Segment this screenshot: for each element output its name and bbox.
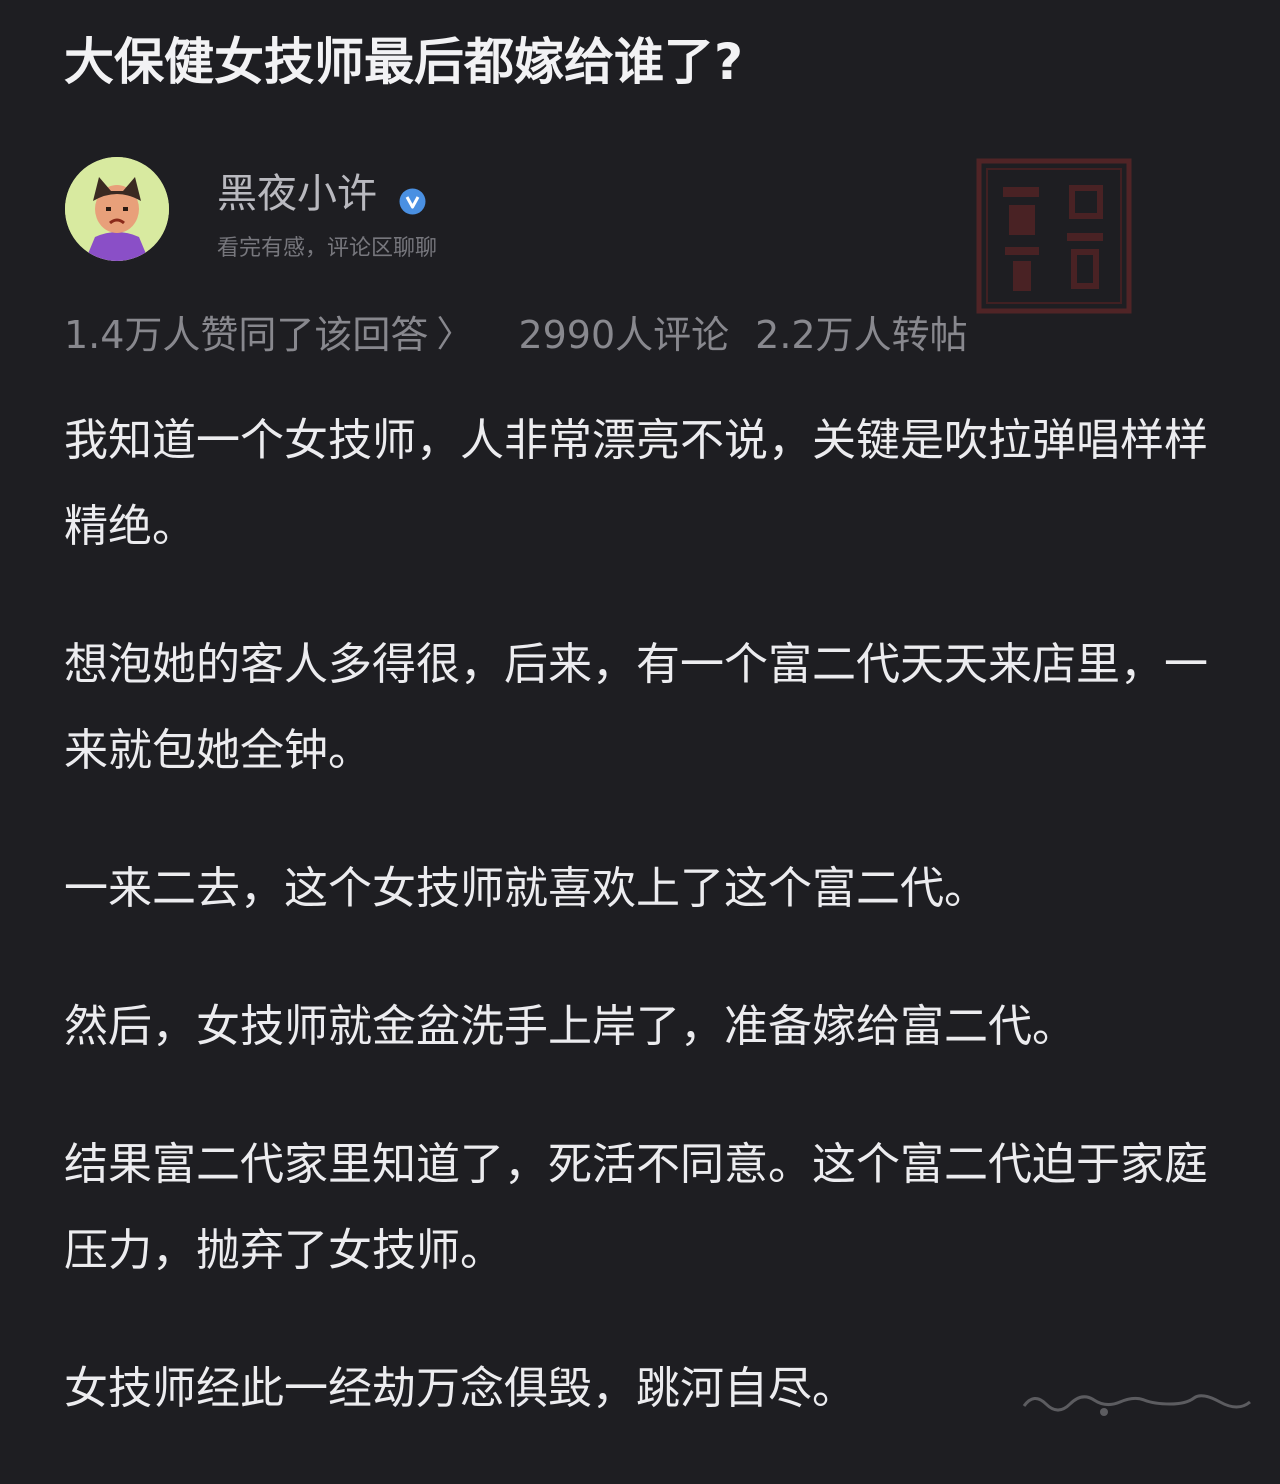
comments-count[interactable]: 2990人评论	[518, 304, 729, 359]
answer-page: 大保健女技师最后都嫁给谁了? 黑夜小许 看完有感，评论区聊聊 1.4万人赞同了该…	[0, 0, 1280, 1448]
likes-count[interactable]: 1.4万人赞同了该回答	[64, 304, 428, 359]
author-name[interactable]: 黑夜小许	[217, 168, 377, 220]
chevron-right-icon[interactable]: 〉	[436, 305, 472, 357]
verified-badge-icon	[399, 188, 426, 215]
answer-content: 我知道一个女技师，人非常漂亮不说，关键是吹拉弹唱样样精绝。 想泡她的客人多得很，…	[64, 398, 1214, 1484]
answer-paragraph: 想泡她的客人多得很，后来，有一个富二代天天来店里，一来就包她全钟。	[64, 639, 1208, 776]
red-seal-stamp-icon	[976, 158, 1132, 314]
answer-stats: 1.4万人赞同了该回答 〉 2990人评论 2.2万人转帖	[64, 304, 968, 358]
answer-paragraph: 我知道一个女技师，人非常漂亮不说，关键是吹拉弹唱样样精绝。	[64, 415, 1208, 552]
answer-paragraph: 一来二去，这个女技师就喜欢上了这个富二代。	[64, 863, 988, 914]
author-bio: 看完有感，评论区聊聊	[217, 236, 438, 261]
author-avatar[interactable]	[65, 157, 169, 261]
reposts-count[interactable]: 2.2万人转帖	[755, 304, 967, 359]
answer-paragraph: 结果富二代家里知道了，死活不同意。这个富二代迫于家庭压力，抛弃了女技师。	[64, 1139, 1208, 1276]
cartoon-avatar-icon	[65, 157, 169, 261]
watermark-icon	[1022, 1394, 1251, 1416]
answer-paragraph: 然后，女技师就金盆洗手上岸了，准备嫁给富二代。	[64, 1001, 1076, 1052]
question-title[interactable]: 大保健女技师最后都嫁给谁了?	[64, 26, 1214, 98]
